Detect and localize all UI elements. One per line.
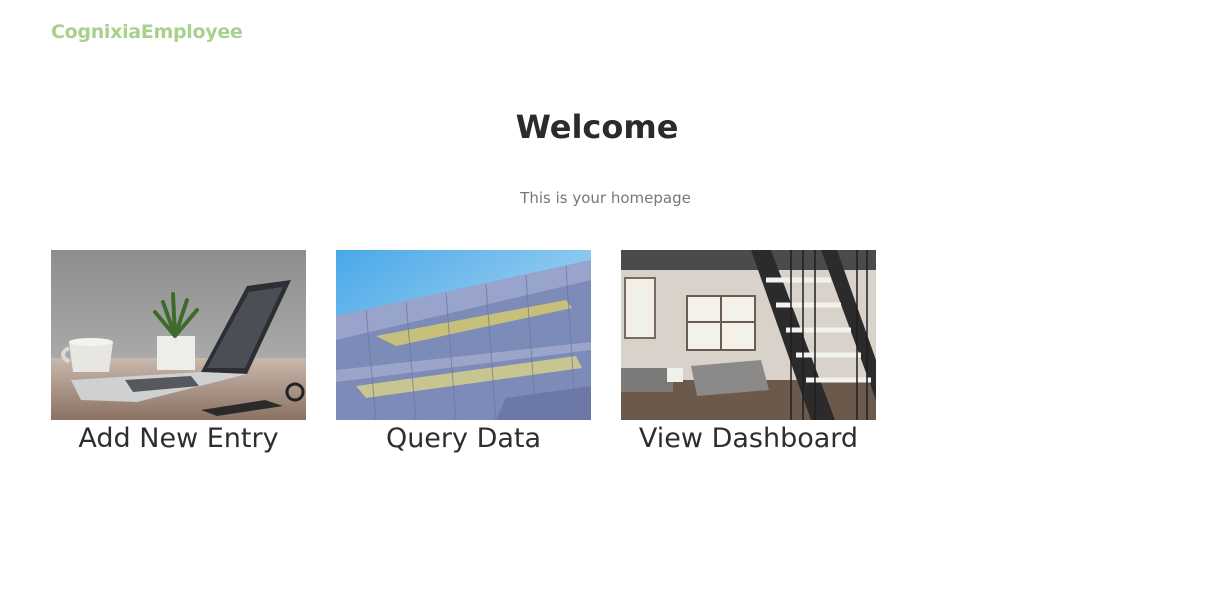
add-new-entry-card[interactable]: Add New Entry — [51, 250, 306, 456]
page-subtitle: This is your homepage — [520, 189, 691, 207]
loft-interior-image[interactable] — [621, 250, 876, 420]
query-data-card[interactable]: Query Data — [336, 250, 591, 456]
brand-link[interactable]: CognixiaEmployee — [51, 21, 243, 43]
query-data-label: Query Data — [385, 423, 542, 454]
add-new-entry-label: Add New Entry — [78, 423, 279, 454]
building-facade-image[interactable] — [336, 250, 591, 420]
view-dashboard-card[interactable]: View Dashboard — [621, 250, 876, 456]
view-dashboard-label: View Dashboard — [638, 423, 859, 454]
laptop-desk-image[interactable] — [51, 250, 306, 420]
page-title: Welcome — [515, 108, 679, 146]
